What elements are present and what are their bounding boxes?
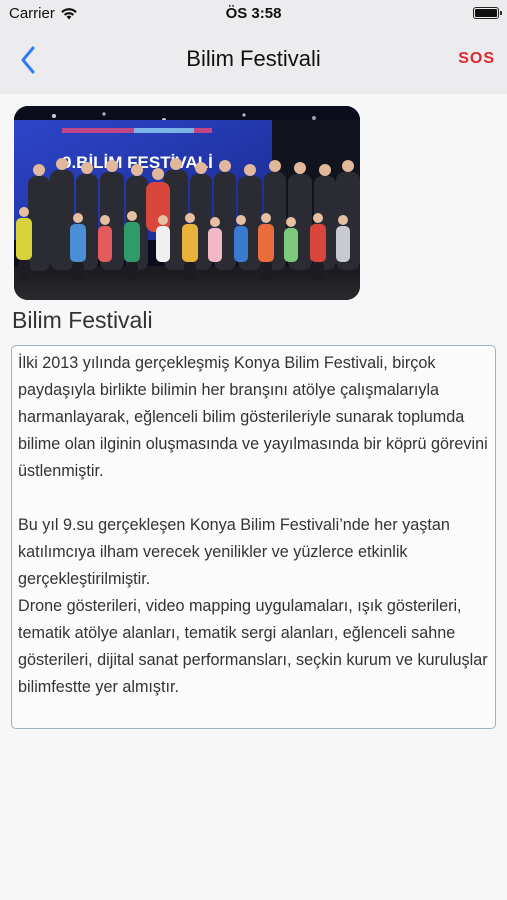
nav-title: Bilim Festivali: [186, 46, 321, 71]
festival-photo-illustration: 9.BİLİM FESTİVALİ: [14, 106, 360, 300]
description-paragraph: Drone gösterileri, video mapping uygulam…: [18, 597, 488, 696]
navigation-bar: Bilim Festivali SOS: [0, 28, 507, 94]
description-box: İlki 2013 yılında gerçekleşmiş Konya Bil…: [11, 345, 496, 729]
festival-photo: 9.BİLİM FESTİVALİ: [14, 106, 360, 300]
page-heading: Bilim Festivali: [12, 307, 153, 333]
description-paragraph: İlki 2013 yılında gerçekleşmiş Konya Bil…: [18, 354, 488, 480]
sos-button[interactable]: SOS: [458, 50, 495, 68]
description-paragraph: Bu yıl 9.su gerçekleşen Konya Bilim Fest…: [18, 516, 450, 588]
battery-icon: [473, 7, 502, 19]
status-bar: Carrier ÖS 3:58: [0, 0, 507, 28]
status-time: ÖS 3:58: [225, 5, 282, 22]
